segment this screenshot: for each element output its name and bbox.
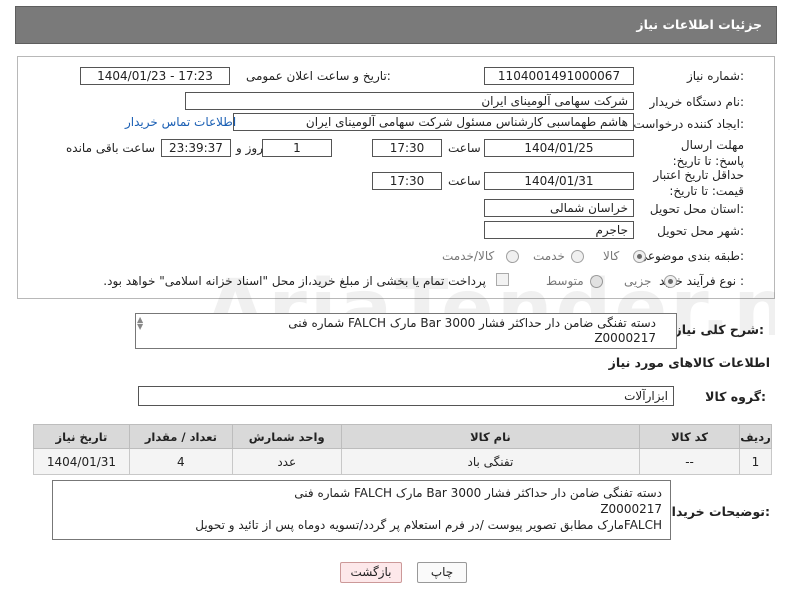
cell-unit: عدد (231, 448, 342, 475)
description-line-1: دسته تفنگی ضامن دار حداکثر فشار Bar 3000… (288, 316, 656, 330)
col-goods-code: کد کالا (639, 424, 740, 449)
cell-goods-name: تفنگی باد (340, 448, 641, 475)
reply-deadline-label: مهلت ارسال پاسخ: تا تاریخ: (672, 138, 744, 168)
buyer-notes-line-1: دسته تفنگی ضامن دار حداکثر فشار Bar 3000… (294, 486, 662, 500)
goods-group-field: ابزارآلات (138, 386, 674, 406)
description-scroll-arrows[interactable]: ▲ ▼ (137, 316, 147, 331)
print-button[interactable]: چاپ (417, 562, 467, 583)
remaining-time-field: 23:39:37 (161, 139, 231, 157)
city-label: شهر محل تحویل: (657, 224, 744, 238)
reply-time-field: 17:30 (372, 139, 442, 157)
requester-label: ایجاد کننده درخواست: (633, 117, 744, 131)
process-radio-minor[interactable] (664, 275, 677, 288)
page-title: جزئیات اطلاعات نیاز (636, 17, 762, 32)
buyer-notes-line-3: FALCHمارک مطابق تصویر پیوست /در فرم استع… (195, 518, 662, 532)
city-field: جاجرم (484, 221, 634, 239)
validity-time-label: ساعت (448, 174, 481, 188)
buyer-org-label: نام دستگاه خریدار: (649, 95, 745, 109)
process-radio-medium[interactable] (590, 275, 603, 288)
category-option-service: خدمت (533, 249, 565, 263)
payment-note: پرداخت تمام یا بخشی از مبلغ خرید،از محل … (103, 274, 486, 288)
announce-field: 1404/01/23 - 17:23 (80, 67, 230, 85)
goods-table-header: تاریخ نیاز تعداد / مقدار واحد شمارش نام … (33, 424, 773, 449)
days-label: روز و (236, 141, 263, 155)
buyer-notes-box: دسته تفنگی ضامن دار حداکثر فشار Bar 3000… (52, 480, 671, 540)
col-unit: واحد شمارش (231, 424, 342, 449)
category-label: طبقه بندی موضوعی: (637, 249, 744, 263)
description-line-2: Z0000217 (594, 331, 656, 345)
back-button[interactable]: بازگشت (340, 562, 402, 583)
need-number-label: شماره نیاز: (686, 69, 744, 83)
announce-label: تاریخ و ساعت اعلان عمومی: (246, 69, 391, 83)
requester-field: هاشم طهماسبی کارشناس مسئول شرکت سهامی آل… (233, 113, 634, 131)
buyer-contact-link[interactable]: اطلاعات تماس خریدار (125, 115, 236, 129)
col-goods-name: نام کالا (340, 424, 641, 449)
col-quantity: تعداد / مقدار (128, 424, 233, 449)
category-radio-service[interactable] (571, 250, 584, 263)
need-number-field: 1104001491000067 (484, 67, 634, 85)
goods-group-label: گروه کالا: (705, 389, 766, 404)
description-label: شرح کلی نیاز: (674, 322, 765, 337)
cell-row-number: 1 (738, 448, 773, 475)
buyer-notes-line-2: Z0000217 (600, 502, 662, 516)
col-row-number: ردیف (738, 424, 773, 449)
table-row: 1404/01/31 4 عدد تفنگی باد -- 1 (33, 448, 773, 475)
process-option-medium: متوسط (546, 274, 584, 288)
category-option-both: کالا/خدمت (442, 249, 495, 263)
cell-quantity: 4 (128, 448, 233, 475)
province-field: خراسان شمالی (484, 199, 634, 217)
treasury-payment-checkbox[interactable] (496, 273, 509, 286)
goods-section-title: اطلاعات کالاهای مورد نیاز (608, 355, 770, 370)
buyer-notes-label: توضیحات خریدار: (664, 504, 770, 519)
category-radio-both[interactable] (506, 250, 519, 263)
reply-date-field: 1404/01/25 (484, 139, 634, 157)
cell-need-date: 1404/01/31 (33, 448, 130, 475)
price-validity-label: حداقل تاریخ اعتبار قیمت: تا تاریخ: (653, 168, 744, 198)
days-field: 1 (262, 139, 332, 157)
buyer-org-field: شرکت سهامی آلومینای ایران (185, 92, 634, 110)
category-option-goods: کالا (603, 249, 620, 263)
process-option-minor: جزیی (624, 274, 652, 288)
reply-time-label: ساعت (448, 141, 481, 155)
remaining-label: ساعت باقی مانده (66, 141, 156, 155)
description-textarea[interactable]: دسته تفنگی ضامن دار حداکثر فشار Bar 3000… (135, 313, 677, 349)
category-radio-goods[interactable] (633, 250, 646, 263)
validity-date-field: 1404/01/31 (484, 172, 634, 190)
goods-table: تاریخ نیاز تعداد / مقدار واحد شمارش نام … (33, 424, 773, 475)
validity-time-field: 17:30 (372, 172, 442, 190)
page-header: جزئیات اطلاعات نیاز (15, 6, 777, 44)
col-need-date: تاریخ نیاز (33, 424, 130, 449)
cell-goods-code: -- (639, 448, 740, 475)
province-label: استان محل تحویل: (649, 202, 744, 216)
